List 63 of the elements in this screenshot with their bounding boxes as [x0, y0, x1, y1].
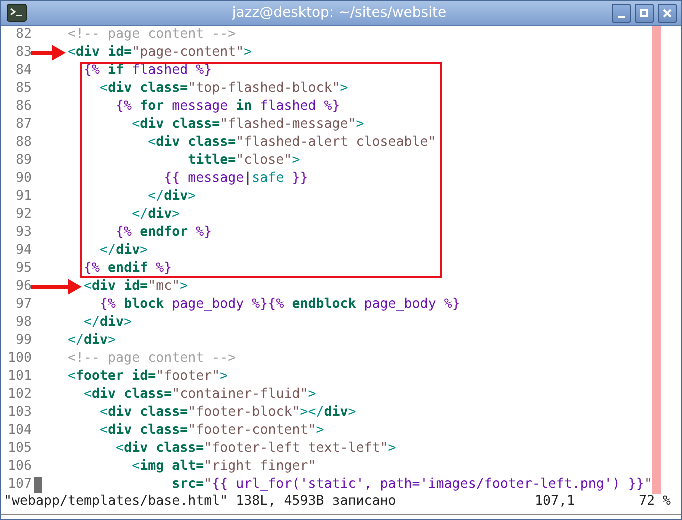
line-number: 88: [14, 134, 32, 152]
code-line: {% for message in flashed %}: [115, 98, 340, 116]
code-line: <div class="footer-block"></div>: [99, 404, 356, 422]
close-button[interactable]: [658, 4, 677, 22]
code-line: title="close">: [187, 152, 300, 170]
line-number: 104: [6, 422, 32, 440]
line-number: 97: [14, 296, 32, 314]
line-number: 90: [14, 170, 32, 188]
maximize-button[interactable]: [635, 4, 654, 22]
code-line: <div id="page-content">: [67, 44, 252, 62]
line-number: 102: [6, 386, 32, 404]
code-line: src="{{ url_for('static', path='images/footer-left.png') }}": [171, 476, 652, 494]
line-number: 96: [14, 278, 32, 296]
minimize-icon: [618, 16, 625, 18]
line-number: 87: [14, 116, 32, 134]
code-line: <img alt="right finger": [131, 458, 316, 476]
line-number: 99: [14, 332, 32, 350]
code-line: <!-- page content -->: [67, 350, 236, 368]
code-line: <div class="footer-content">: [99, 422, 324, 440]
line-number: 103: [6, 404, 32, 422]
status-message: "webapp/templates/base.html" 138L, 4593B записано: [4, 494, 396, 511]
code-line: <div class="flashed-alert closeable": [147, 134, 436, 152]
code-line: {% block page_body %}{% endblock page_body %}: [99, 296, 460, 314]
cursor-position: 107,1: [535, 494, 576, 511]
code-line: <div class="footer-left text-left">: [115, 440, 396, 458]
code-line: </div>: [83, 314, 132, 332]
code-line: <div class="container-fluid">: [83, 386, 316, 404]
code-line: </div>: [131, 206, 180, 224]
code-line: <div id="mc">: [83, 278, 188, 296]
code-line: </div>: [67, 332, 116, 350]
line-number: 89: [14, 152, 32, 170]
code-line: {% endif %}: [83, 260, 172, 278]
code-line: </div>: [147, 188, 196, 206]
line-number: 100: [6, 350, 32, 368]
line-number: 92: [14, 206, 32, 224]
line-number: 98: [14, 314, 32, 332]
code-line: {% if flashed %}: [83, 62, 212, 80]
line-number: 101: [6, 368, 32, 386]
line-number: 93: [14, 224, 32, 242]
line-number: 91: [14, 188, 32, 206]
line-number: 82: [14, 26, 32, 44]
close-icon: [663, 8, 672, 18]
code-line: </div>: [99, 242, 148, 260]
line-number: 84: [14, 62, 32, 80]
maximize-icon: [640, 8, 649, 18]
line-number: 107: [6, 476, 32, 494]
line-number: 85: [14, 80, 32, 98]
line-number: 95: [14, 260, 32, 278]
line-number: 86: [14, 98, 32, 116]
code-line: {{ message|safe }}: [163, 170, 308, 188]
minimize-button[interactable]: [612, 4, 631, 22]
line-number: 94: [14, 242, 32, 260]
terminal-icon: [7, 4, 27, 22]
code-line: <div class="top-flashed-block">: [99, 80, 348, 98]
code-line: <div class="flashed-message">: [131, 116, 364, 134]
code-line: <!-- page content -->: [67, 26, 236, 44]
scroll-percent: 72 %: [639, 494, 672, 511]
window-title: jazz@desktop: ~/sites/website: [231, 5, 448, 21]
line-number: 105: [6, 440, 32, 458]
line-number: 83: [14, 44, 32, 62]
line-number: 106: [6, 458, 32, 476]
code-line: {% endfor %}: [115, 224, 212, 242]
code-line: <footer id="footer">: [67, 368, 228, 386]
